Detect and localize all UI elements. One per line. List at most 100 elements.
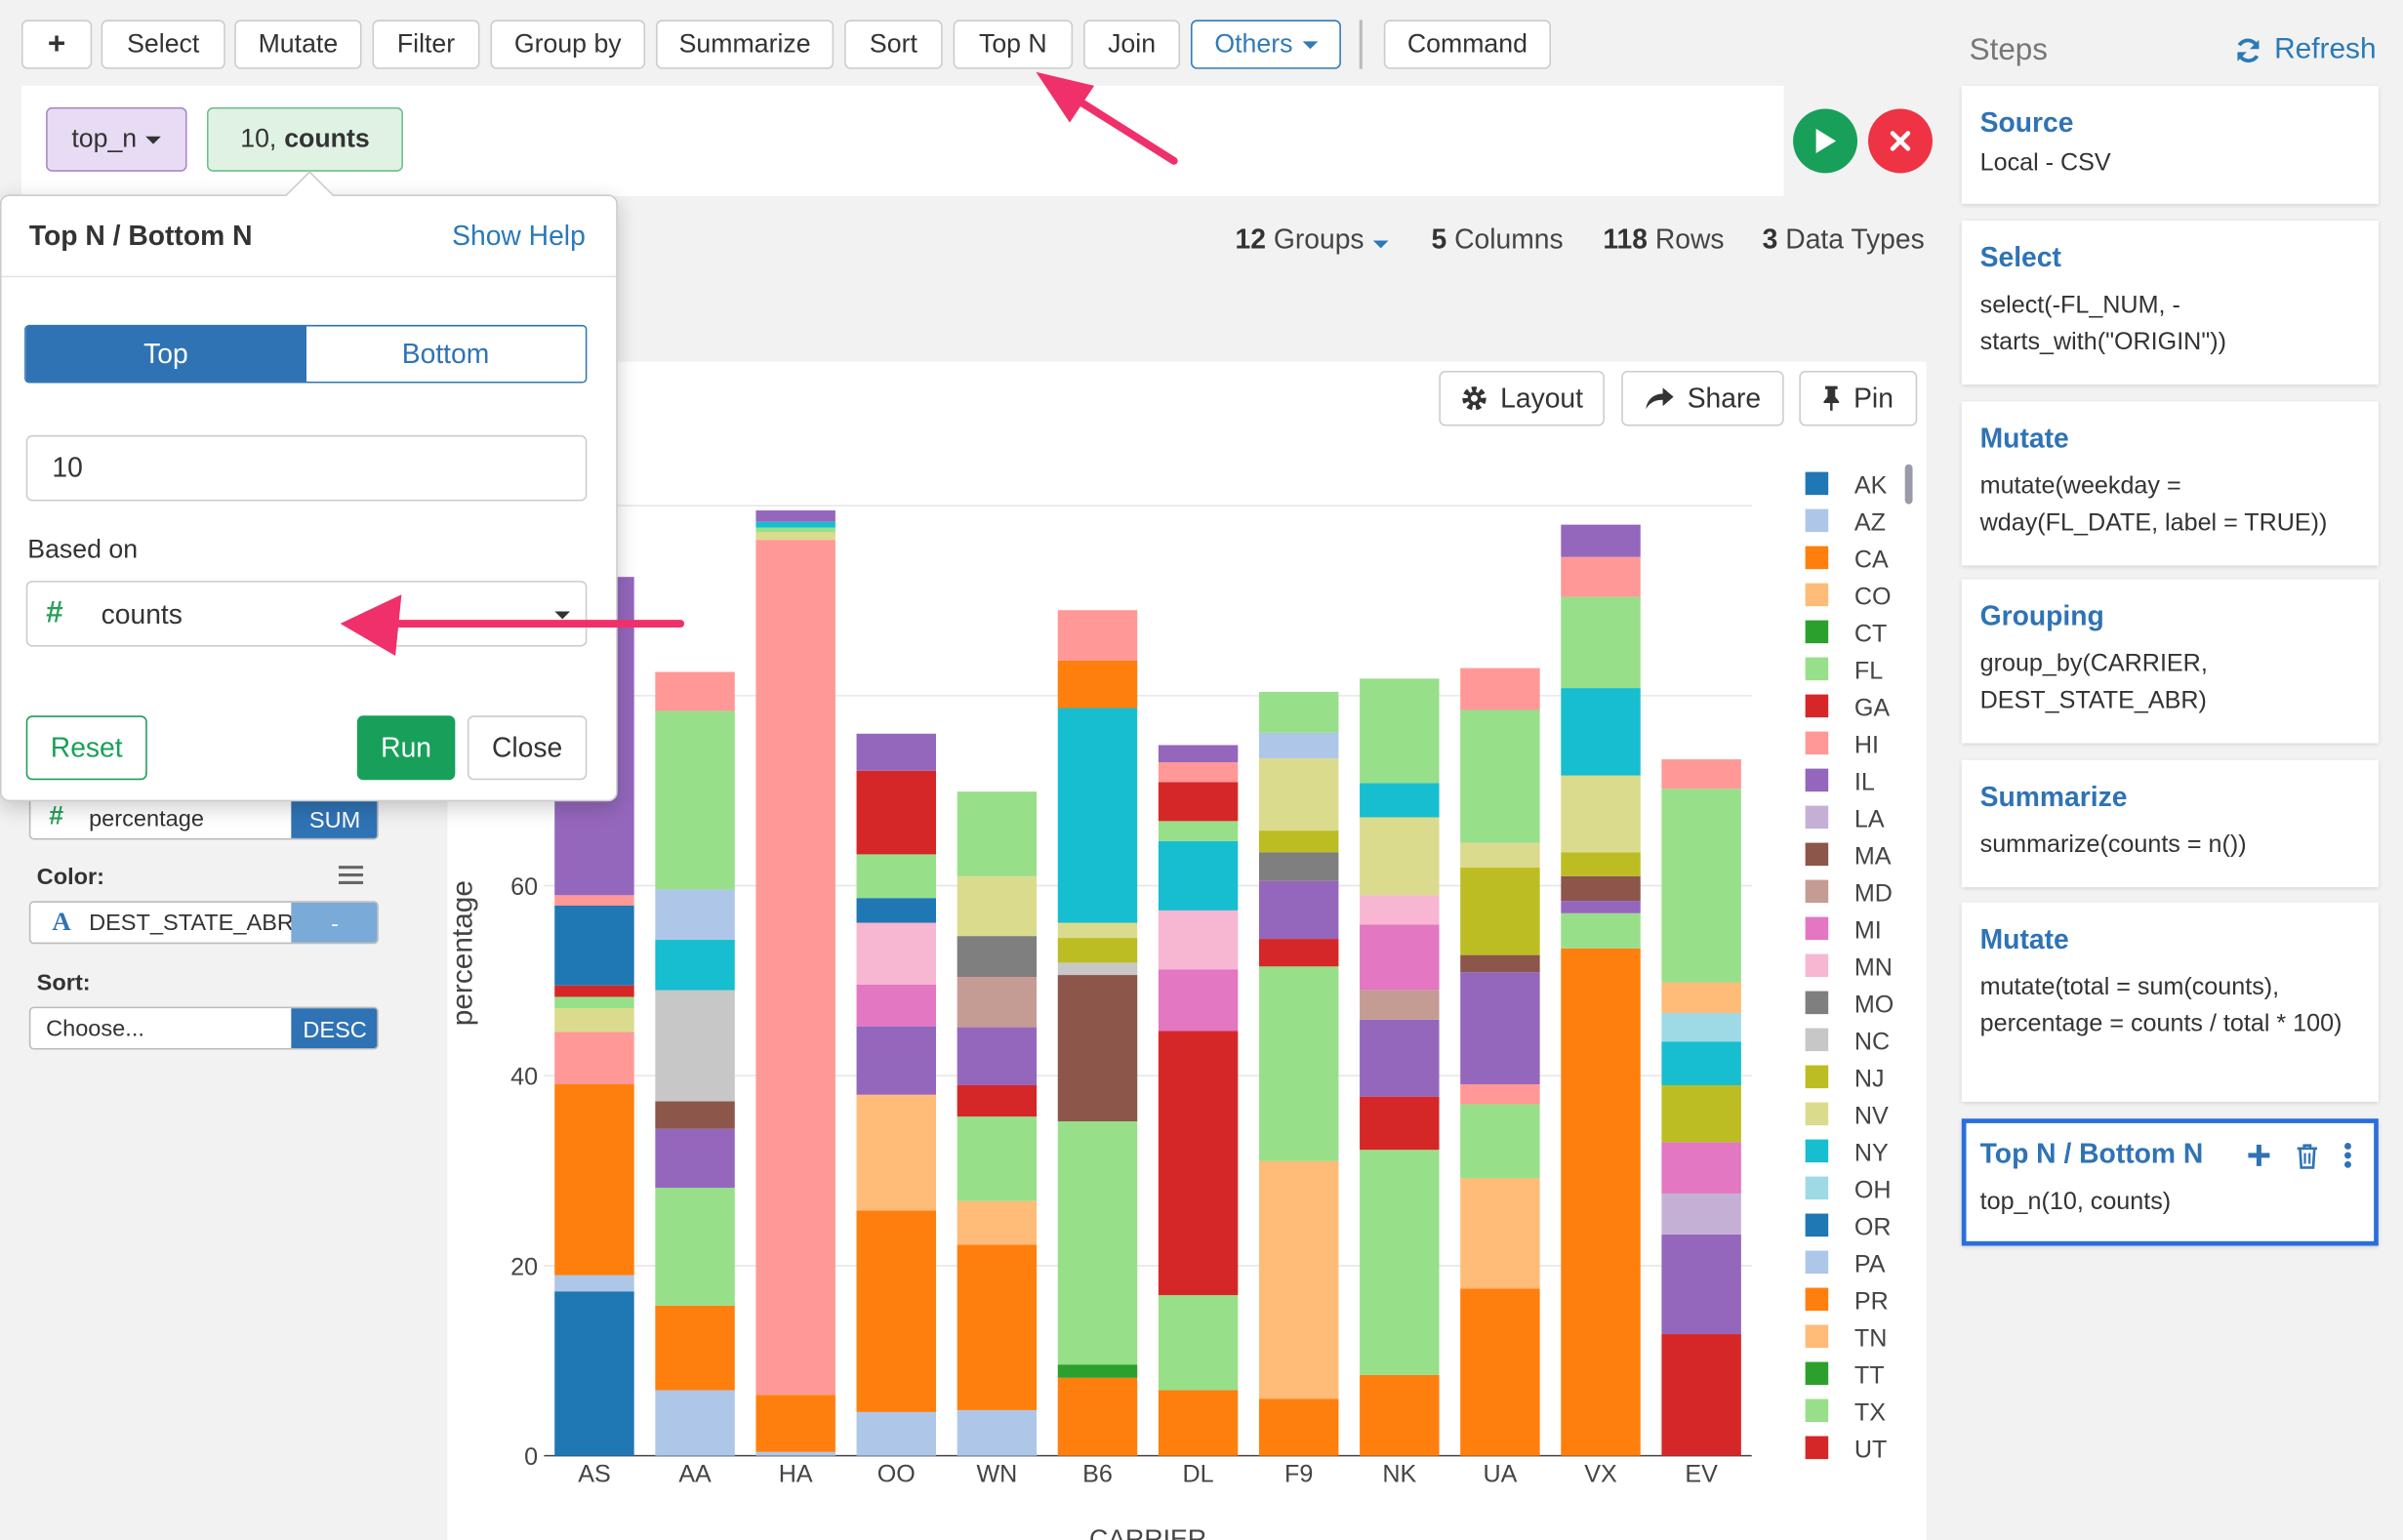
step-select[interactable]: Select select(-FL_NUM, -starts_with("ORI… [1961, 221, 2379, 385]
bar-segment [655, 1305, 735, 1391]
bar-segment [1561, 912, 1641, 949]
bar-segment [655, 1101, 735, 1129]
legend-swatch [1805, 1028, 1829, 1052]
bar-segment [1360, 783, 1440, 818]
close-button[interactable]: Close [467, 715, 588, 781]
refresh-button[interactable]: Refresh [2234, 34, 2377, 68]
x-tick-label: EV [1685, 1460, 1718, 1487]
bar-segment [1561, 948, 1641, 1456]
bar-segment [1158, 821, 1239, 841]
legend-label: CO [1854, 584, 1892, 611]
legend-label: MA [1854, 843, 1892, 871]
step-summarize[interactable]: Summarize summarize(counts = n()) [1961, 759, 2379, 888]
bar-segment [1057, 610, 1138, 661]
bar-segment [1661, 1041, 1741, 1085]
legend-label: CA [1854, 547, 1889, 574]
bar-segment [1460, 1104, 1540, 1179]
bar-segment [1057, 975, 1138, 1121]
based-on-select[interactable]: # counts [25, 581, 588, 647]
step-name: Select [1979, 242, 2061, 273]
legend-swatch [1805, 1065, 1829, 1089]
step-description: Local - CSV [1979, 149, 2111, 177]
legend-label: FL [1854, 658, 1883, 685]
bar-segment [1258, 691, 1339, 733]
bar-segment [1158, 969, 1239, 1032]
bottom-option[interactable]: Bottom [305, 326, 586, 382]
bar-segment [1158, 840, 1239, 911]
bar-segment [1360, 990, 1440, 1020]
legend-label: NY [1854, 1140, 1889, 1167]
numeric-type-icon: # [46, 595, 63, 630]
bar-segment [1661, 982, 1741, 1013]
bar-segment [554, 1084, 634, 1276]
step-description: group_by(CARRIER, DEST_STATE_ABR) [1979, 651, 2208, 714]
bar-segment [1258, 852, 1339, 881]
bar-segment [1460, 668, 1540, 710]
bar-segment [856, 898, 937, 923]
bar-segment [655, 1390, 735, 1456]
bar-segment [957, 977, 1038, 1028]
legend-swatch [1805, 508, 1829, 533]
show-help-link[interactable]: Show Help [452, 221, 586, 253]
legend-label: MN [1854, 954, 1893, 982]
bar-segment [856, 1411, 937, 1456]
y-axis-label: percentage [447, 880, 479, 1026]
bar-segment [1258, 732, 1339, 759]
x-tick-label: B6 [1082, 1460, 1113, 1487]
legend-label: CT [1854, 621, 1887, 648]
bar-segment [1158, 1390, 1239, 1456]
bar-segment [1460, 1084, 1540, 1105]
bar-segment [1360, 1019, 1440, 1097]
legend-label: AZ [1854, 509, 1886, 537]
trash-icon[interactable] [2296, 1143, 2319, 1169]
run-button[interactable]: Run [356, 715, 456, 781]
bar-segment [1460, 842, 1540, 869]
legend-label: UT [1854, 1437, 1887, 1464]
step-source[interactable]: Source Local - CSV [1961, 85, 2379, 204]
bar-segment [1158, 1295, 1239, 1391]
bar-segment [957, 1200, 1038, 1245]
n-input[interactable]: 10 [25, 434, 588, 502]
x-tick-label: UA [1483, 1460, 1517, 1487]
bar-segment [1258, 966, 1339, 1161]
step-name: Source [1979, 106, 2074, 139]
bar-segment [1661, 789, 1741, 983]
legend-swatch [1805, 1398, 1829, 1423]
bar-segment [957, 936, 1038, 978]
more-vertical-icon[interactable] [2343, 1142, 2352, 1169]
step-name: Grouping [1979, 600, 2104, 631]
bar-segment [856, 922, 937, 985]
x-tick-label: HA [779, 1460, 813, 1487]
legend-label: LA [1854, 806, 1885, 833]
bar-segment [1561, 901, 1641, 913]
top-option[interactable]: Top [25, 326, 306, 382]
bar-segment [554, 1275, 634, 1292]
plus-icon[interactable] [2247, 1143, 2271, 1167]
bar-segment [554, 905, 634, 986]
bar-segment [1460, 1288, 1540, 1456]
legend-label: OH [1854, 1177, 1892, 1204]
bar-segment [1661, 759, 1741, 790]
bar-segment [856, 854, 937, 899]
reset-button[interactable]: Reset [25, 715, 147, 781]
bar-segment [1561, 524, 1641, 557]
legend-label: OR [1854, 1214, 1892, 1241]
step-top-n[interactable]: Top N / Bottom N top_n(10, counts) [1961, 1118, 2379, 1246]
step-mutate[interactable]: Mutate mutate(weekday = wday(FL_DATE, la… [1961, 401, 2379, 566]
refresh-icon [2237, 38, 2260, 63]
y-tick-label: 60 [510, 873, 538, 901]
x-axis-label: CARRIER [1089, 1524, 1206, 1540]
legend-swatch [1805, 731, 1829, 755]
legend-label: AK [1854, 472, 1888, 500]
step-mutate-2[interactable]: Mutate mutate(total = sum(counts), perce… [1961, 902, 2379, 1102]
step-grouping[interactable]: Grouping group_by(CARRIER, DEST_STATE_AB… [1961, 579, 2379, 744]
bar-segment [856, 1210, 937, 1412]
legend-swatch [1805, 991, 1829, 1015]
bar-segment [957, 1409, 1038, 1456]
legend-swatch [1805, 583, 1829, 607]
steps-title: Steps [1969, 33, 2048, 68]
bar-segment [655, 710, 735, 890]
step-description: select(-FL_NUM, -starts_with("ORIGIN")) [1979, 292, 2226, 356]
bar-segment [1460, 972, 1540, 1085]
bar-segment [1661, 1334, 1741, 1456]
